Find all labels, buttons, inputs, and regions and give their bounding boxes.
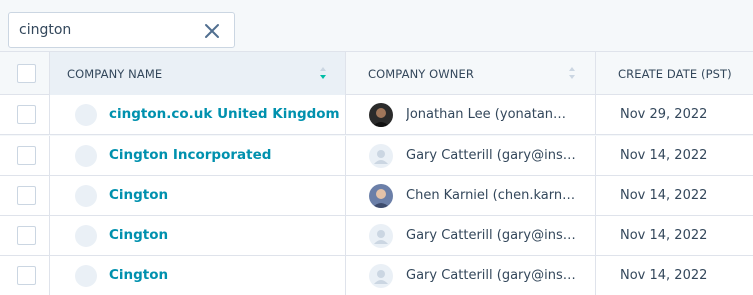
owner-cell: Gary Catterill (gary@inspectlet.com)	[346, 136, 596, 176]
owner-name: Gary Catterill (gary@inspectlet.com)	[406, 148, 576, 163]
row-select-cell	[0, 95, 50, 135]
table-toolbar	[0, 0, 753, 52]
company-icon	[75, 145, 97, 167]
company-name-link[interactable]: Cington	[109, 267, 168, 283]
row-checkbox[interactable]	[17, 105, 36, 124]
date-cell: Nov 29, 2022	[596, 95, 753, 135]
table-row[interactable]: Cington Gary Catterill (gary@inspectlet.…	[0, 256, 753, 295]
row-checkbox[interactable]	[17, 186, 36, 205]
close-icon[interactable]	[204, 23, 220, 39]
company-cell: Cington Incorporated	[50, 136, 346, 176]
owner-cell: Jonathan Lee (yonatan@inspectlet.com)	[346, 95, 596, 135]
table-row[interactable]: Cington Chen Karniel (chen.karniel@inspe…	[0, 176, 753, 216]
company-icon	[75, 104, 97, 126]
column-label: COMPANY NAME	[67, 67, 163, 81]
date-cell: Nov 14, 2022	[596, 176, 753, 216]
owner-cell: Gary Catterill (gary@inspectlet.com)	[346, 216, 596, 256]
owner-name: Gary Catterill (gary@inspectlet.com)	[406, 268, 576, 283]
avatar-placeholder-icon	[369, 224, 393, 248]
create-date: Nov 14, 2022	[620, 188, 708, 203]
company-cell: Cington	[50, 256, 346, 295]
owner-name: Gary Catterill (gary@inspectlet.com)	[406, 228, 576, 243]
owner-cell: Chen Karniel (chen.karniel@inspectlet.co…	[346, 176, 596, 216]
company-icon	[75, 225, 97, 247]
sort-icon[interactable]	[568, 66, 576, 80]
company-name-link[interactable]: Cington	[109, 227, 168, 243]
company-icon	[75, 265, 97, 287]
create-date: Nov 14, 2022	[620, 228, 708, 243]
owner-avatar	[369, 184, 393, 208]
row-checkbox[interactable]	[17, 226, 36, 245]
table-row[interactable]: Cington Gary Catterill (gary@inspectlet.…	[0, 216, 753, 256]
row-select-cell	[0, 136, 50, 176]
company-name-link[interactable]: cington.co.uk United Kingdom	[109, 106, 340, 122]
create-date: Nov 14, 2022	[620, 268, 708, 283]
company-cell: Cington	[50, 176, 346, 216]
company-name-link[interactable]: Cington Incorporated	[109, 147, 271, 163]
column-label: CREATE DATE (PST)	[618, 67, 732, 81]
row-select-cell	[0, 216, 50, 256]
table-header: COMPANY NAME COMPANY OWNER CREATE DATE (…	[0, 52, 753, 95]
row-checkbox[interactable]	[17, 146, 36, 165]
owner-name: Jonathan Lee (yonatan@inspectlet.com)	[406, 107, 576, 122]
row-select-cell	[0, 176, 50, 216]
owner-cell: Gary Catterill (gary@inspectlet.com)	[346, 256, 596, 295]
create-date: Nov 29, 2022	[620, 107, 708, 122]
date-cell: Nov 14, 2022	[596, 136, 753, 176]
sort-descending-icon[interactable]	[319, 66, 327, 80]
table-row[interactable]: Cington Incorporated Gary Catterill (gar…	[0, 136, 753, 176]
select-all-checkbox[interactable]	[17, 64, 36, 83]
date-cell: Nov 14, 2022	[596, 216, 753, 256]
column-header-company-owner[interactable]: COMPANY OWNER	[346, 52, 596, 95]
owner-avatar	[369, 103, 393, 127]
search-box	[8, 12, 235, 48]
row-checkbox[interactable]	[17, 266, 36, 285]
company-cell: cington.co.uk United Kingdom	[50, 95, 346, 135]
company-cell: Cington	[50, 216, 346, 256]
search-input[interactable]	[19, 13, 199, 47]
avatar-placeholder-icon	[369, 264, 393, 288]
create-date: Nov 14, 2022	[620, 148, 708, 163]
table-row[interactable]: cington.co.uk United Kingdom Jonathan Le…	[0, 95, 753, 135]
column-label: COMPANY OWNER	[368, 67, 474, 81]
select-all-cell	[0, 52, 50, 95]
column-header-company-name[interactable]: COMPANY NAME	[50, 52, 346, 95]
owner-name: Chen Karniel (chen.karniel@inspectlet.co…	[406, 188, 576, 203]
row-select-cell	[0, 256, 50, 295]
company-name-link[interactable]: Cington	[109, 187, 168, 203]
avatar-placeholder-icon	[369, 144, 393, 168]
column-header-create-date[interactable]: CREATE DATE (PST)	[596, 52, 753, 95]
company-icon	[75, 185, 97, 207]
date-cell: Nov 14, 2022	[596, 256, 753, 295]
